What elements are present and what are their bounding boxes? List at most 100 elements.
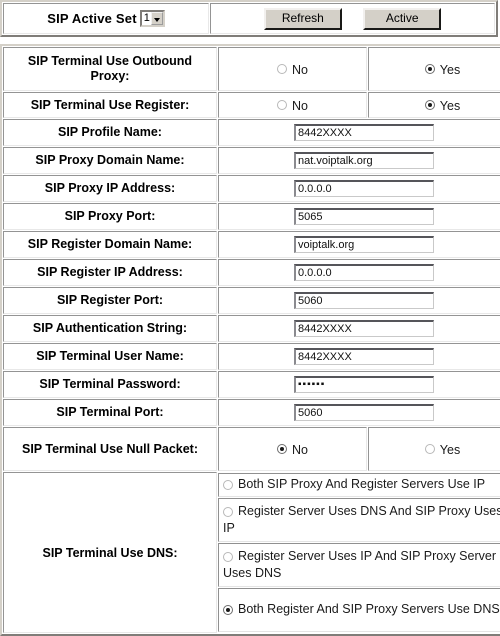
row-label-proxy-port: SIP Proxy Port: [3, 203, 217, 230]
table-row: SIP Proxy IP Address: 0.0.0.0 [3, 175, 500, 202]
radio-outbound-proxy-no[interactable] [277, 64, 287, 75]
settings-table: SIP Terminal Use Outbound Proxy: No Yes … [0, 44, 500, 636]
row-label-use-register: SIP Terminal Use Register: [3, 92, 217, 118]
list-item[interactable]: Both SIP Proxy And Register Servers Use … [218, 473, 500, 497]
dns-option-0-cell[interactable]: Both SIP Proxy And Register Servers Use … [218, 473, 500, 497]
table-row: SIP Proxy Port: 5065 [3, 203, 500, 230]
dns-option-1-label: Register Server Uses DNS And SIP Proxy U… [223, 504, 500, 536]
proxy-ip-address-input[interactable]: 0.0.0.0 [294, 180, 434, 197]
radio-use-register-yes[interactable] [424, 100, 435, 111]
refresh-button[interactable]: Refresh [263, 7, 342, 30]
radio-label-no: No [292, 98, 308, 113]
terminal-port-input[interactable]: 5060 [294, 404, 434, 421]
dns-options-cell: Both SIP Proxy And Register Servers Use … [218, 472, 500, 633]
profile-name-cell: 8442XXXX [218, 119, 500, 146]
list-item[interactable]: Both Register And SIP Proxy Servers Use … [218, 588, 500, 632]
row-label-profile-name: SIP Profile Name: [3, 119, 217, 146]
dns-option-1-cell[interactable]: Register Server Uses DNS And SIP Proxy U… [218, 498, 500, 542]
dns-option-2-cell[interactable]: Register Server Uses IP And SIP Proxy Se… [218, 543, 500, 587]
null-packet-yes-cell[interactable]: Yes [368, 427, 500, 471]
use-register-no-cell[interactable]: No [218, 92, 367, 118]
row-label-use-dns: SIP Terminal Use DNS: [3, 472, 217, 633]
row-label-proxy-domain-name: SIP Proxy Domain Name: [3, 147, 217, 174]
dns-option-3-label: Both Register And SIP Proxy Servers Use … [238, 602, 500, 617]
table-row: SIP Terminal Use Null Packet: No Yes [3, 427, 500, 471]
row-label-use-null-packet: SIP Terminal Use Null Packet: [3, 427, 217, 471]
outbound-proxy-yes-cell[interactable]: Yes [368, 47, 500, 91]
radio-outbound-proxy-yes[interactable] [424, 64, 435, 75]
table-row: SIP Register Port: 5060 [3, 287, 500, 314]
radio-dns-option-2[interactable] [223, 551, 233, 562]
table-row: SIP Terminal User Name: 8442XXXX [3, 343, 500, 370]
proxy-port-cell: 5065 [218, 203, 500, 230]
row-label-register-ip-address: SIP Register IP Address: [3, 259, 217, 286]
toolbar: SIP Active Set 1 Refresh Active [0, 0, 500, 37]
row-label-authentication-string: SIP Authentication String: [3, 315, 217, 342]
register-ip-address-cell: 0.0.0.0 [218, 259, 500, 286]
table-row: SIP Authentication String: 8442XXXX [3, 315, 500, 342]
proxy-domain-name-input[interactable]: nat.voiptalk.org [294, 152, 434, 169]
radio-use-register-no[interactable] [277, 100, 287, 111]
register-port-cell: 5060 [218, 287, 500, 314]
table-row-dns: SIP Terminal Use DNS: Both SIP Proxy And… [3, 472, 500, 633]
outbound-proxy-no-cell[interactable]: No [218, 47, 367, 91]
terminal-user-name-input[interactable]: 8442XXXX [294, 348, 434, 365]
register-ip-address-input[interactable]: 0.0.0.0 [294, 264, 434, 281]
proxy-domain-name-cell: nat.voiptalk.org [218, 147, 500, 174]
null-packet-no-cell[interactable]: No [218, 427, 367, 471]
active-button[interactable]: Active [363, 7, 442, 30]
toolbar-table: SIP Active Set 1 Refresh Active [0, 0, 498, 37]
register-domain-name-cell: voiptalk.org [218, 231, 500, 258]
proxy-ip-address-cell: 0.0.0.0 [218, 175, 500, 202]
active-set-cell: SIP Active Set 1 [3, 3, 209, 34]
row-label-proxy-ip-address: SIP Proxy IP Address: [3, 175, 217, 202]
radio-label-yes: Yes [439, 442, 461, 457]
row-label-register-port: SIP Register Port: [3, 287, 217, 314]
dns-options-table: Both SIP Proxy And Register Servers Use … [218, 472, 500, 633]
list-item[interactable]: Register Server Uses DNS And SIP Proxy U… [218, 498, 500, 542]
settings-table-wrapper: SIP Terminal Use Outbound Proxy: No Yes … [0, 44, 500, 636]
dns-option-0-label: Both SIP Proxy And Register Servers Use … [238, 477, 486, 492]
terminal-user-name-cell: 8442XXXX [218, 343, 500, 370]
row-label-register-domain-name: SIP Register Domain Name: [3, 231, 217, 258]
chevron-down-icon[interactable] [150, 12, 163, 25]
radio-dns-option-1[interactable] [223, 506, 233, 517]
terminal-password-cell: ▪▪▪▪▪▪ [218, 371, 500, 398]
use-register-yes-cell[interactable]: Yes [368, 92, 500, 118]
row-label-outbound-proxy: SIP Terminal Use Outbound Proxy: [3, 47, 217, 91]
radio-null-packet-yes[interactable] [424, 444, 435, 455]
terminal-password-input[interactable]: ▪▪▪▪▪▪ [294, 376, 434, 393]
radio-dns-option-0[interactable] [223, 480, 233, 491]
table-row: SIP Register IP Address: 0.0.0.0 [3, 259, 500, 286]
profile-name-input[interactable]: 8442XXXX [294, 124, 434, 141]
authentication-string-cell: 8442XXXX [218, 315, 500, 342]
dns-option-3-cell[interactable]: Both Register And SIP Proxy Servers Use … [218, 588, 500, 632]
dns-option-2-label: Register Server Uses IP And SIP Proxy Se… [223, 549, 496, 581]
register-domain-name-input[interactable]: voiptalk.org [294, 236, 434, 253]
list-item[interactable]: Register Server Uses IP And SIP Proxy Se… [218, 543, 500, 587]
table-row: SIP Profile Name: 8442XXXX [3, 119, 500, 146]
radio-dns-option-3[interactable] [223, 605, 233, 616]
register-port-input[interactable]: 5060 [294, 292, 434, 309]
table-row: SIP Terminal Port: 5060 [3, 399, 500, 426]
toolbar-buttons-cell: Refresh Active [210, 3, 495, 34]
proxy-port-input[interactable]: 5065 [294, 208, 434, 225]
radio-null-packet-no[interactable] [277, 444, 287, 455]
radio-label-yes: Yes [439, 62, 461, 77]
table-row: SIP Terminal Use Outbound Proxy: No Yes [3, 47, 500, 91]
table-row: SIP Register Domain Name: voiptalk.org [3, 231, 500, 258]
authentication-string-input[interactable]: 8442XXXX [294, 320, 434, 337]
row-label-terminal-port: SIP Terminal Port: [3, 399, 217, 426]
radio-label-no: No [292, 62, 308, 77]
radio-label-no: No [292, 442, 308, 457]
terminal-port-cell: 5060 [218, 399, 500, 426]
table-row: SIP Terminal Password: ▪▪▪▪▪▪ [3, 371, 500, 398]
row-label-terminal-user-name: SIP Terminal User Name: [3, 343, 217, 370]
table-row: SIP Terminal Use Register: No Yes [3, 92, 500, 118]
radio-label-yes: Yes [439, 98, 461, 113]
active-set-select[interactable]: 1 [139, 10, 165, 27]
toolbar-row: SIP Active Set 1 Refresh Active [3, 3, 495, 34]
active-set-label: SIP Active Set [47, 11, 137, 26]
row-label-terminal-password: SIP Terminal Password: [3, 371, 217, 398]
active-set-value: 1 [143, 12, 150, 24]
